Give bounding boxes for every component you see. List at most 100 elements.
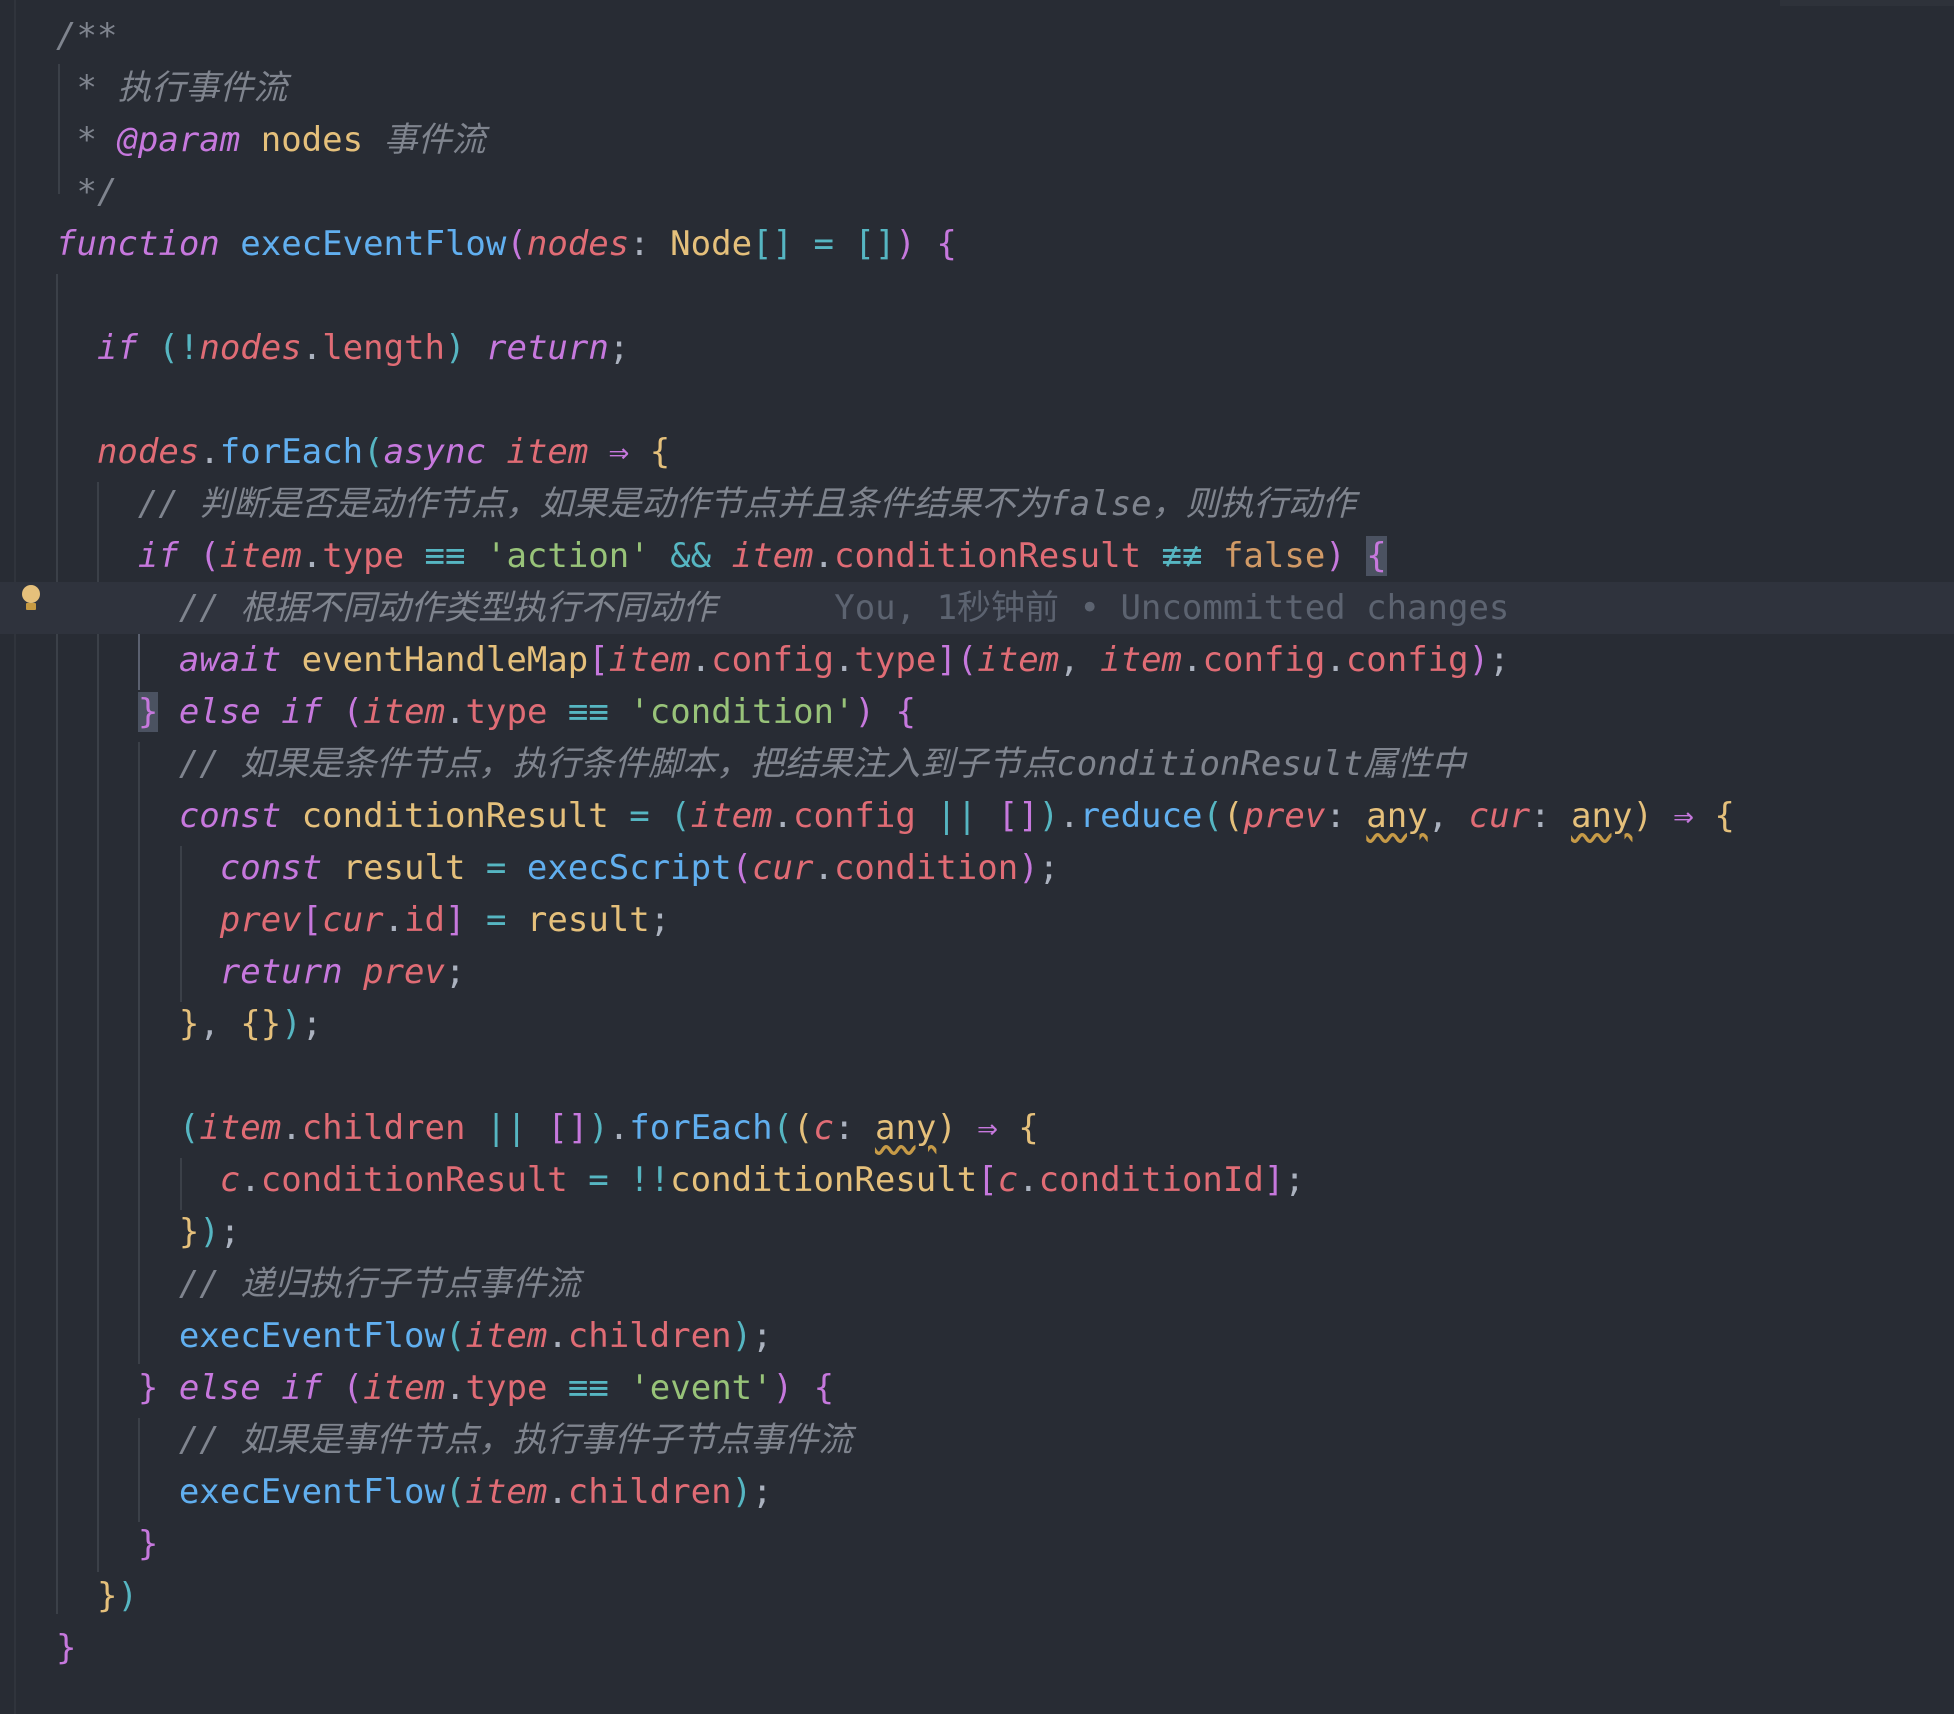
- code-token: (: [342, 692, 364, 732]
- code-token: ≡≡: [404, 536, 486, 576]
- code-token: []: [547, 1108, 589, 1148]
- code-line[interactable]: }: [0, 1518, 1954, 1570]
- code-line[interactable]: [0, 374, 1954, 426]
- code-token: ,: [1427, 796, 1469, 836]
- code-line[interactable]: [0, 1050, 1954, 1102]
- code-line[interactable]: // 递归执行子节点事件流: [0, 1258, 1954, 1310]
- code-line[interactable]: } else if (item.type ≡≡ 'condition') {: [0, 686, 1954, 738]
- code-line[interactable]: await eventHandleMap[item.config.type](i…: [0, 634, 1954, 686]
- code-line[interactable]: c.conditionResult = !!conditionResult[c.…: [0, 1154, 1954, 1206]
- code-line[interactable]: execEventFlow(item.children);: [0, 1466, 1954, 1518]
- code-line[interactable]: }): [0, 1570, 1954, 1622]
- code-line[interactable]: * @param nodes 事件流: [0, 114, 1954, 166]
- code-line[interactable]: // 判断是否是动作节点，如果是动作节点并且条件结果不为false，则执行动作: [0, 478, 1954, 530]
- code-text: // 如果是事件节点，执行事件子节点事件流: [56, 1414, 852, 1466]
- code-token: .: [1059, 796, 1080, 836]
- code-text: nodes.forEach(async item ⇒ {: [56, 426, 670, 478]
- code-line[interactable]: const result = execScript(cur.condition)…: [0, 842, 1954, 894]
- code-token: * 执行事件流: [56, 68, 288, 108]
- code-line[interactable]: if (!nodes.length) return;: [0, 322, 1954, 374]
- code-token: type: [854, 640, 937, 680]
- code-token: execEventFlow: [178, 1472, 445, 1512]
- code-token: ;: [301, 1004, 323, 1044]
- code-token: ;: [752, 1472, 773, 1512]
- code-token: ): [731, 1316, 753, 1356]
- code-text: });: [56, 1206, 240, 1258]
- code-token: .: [772, 796, 793, 836]
- code-token: return: [219, 952, 343, 992]
- code-token: ): [445, 328, 466, 368]
- code-line[interactable]: if (item.type ≡≡ 'action' && item.condit…: [0, 530, 1954, 582]
- code-token: item: [363, 1368, 446, 1408]
- code-editor[interactable]: /** * 执行事件流 * @param nodes 事件流 */ functio…: [0, 0, 1954, 1714]
- code-token: ): [936, 1108, 957, 1148]
- code-token: .: [281, 1108, 302, 1148]
- code-token: item: [1100, 640, 1183, 680]
- code-token: {: [1366, 536, 1387, 576]
- code-token: {}: [240, 1004, 282, 1044]
- lightbulb-icon[interactable]: [22, 585, 40, 603]
- code-token: Node: [670, 224, 753, 264]
- code-token: */: [56, 172, 118, 212]
- code-token: (: [1202, 796, 1223, 836]
- code-line[interactable]: * 执行事件流: [0, 62, 1954, 114]
- code-token: (: [956, 640, 978, 680]
- code-text: // 判断是否是动作节点，如果是动作节点并且条件结果不为false，则执行动作: [56, 478, 1356, 530]
- code-line[interactable]: // 根据不同动作类型执行不同动作 You, 1秒钟前 • Uncommitted…: [0, 582, 1954, 634]
- code-token: const: [178, 796, 282, 836]
- code-token: ): [854, 692, 875, 732]
- code-line[interactable]: prev[cur.id] = result;: [0, 894, 1954, 946]
- code-token: .: [813, 848, 834, 888]
- code-token: config: [793, 796, 916, 836]
- code-text: function execEventFlow(nodes: Node[] = […: [56, 218, 957, 270]
- code-line[interactable]: nodes.forEach(async item ⇒ {: [0, 426, 1954, 478]
- code-token: .: [1325, 640, 1346, 680]
- code-token: (: [731, 848, 753, 888]
- code-token: eventHandleMap: [301, 640, 589, 680]
- code-line[interactable]: return prev;: [0, 946, 1954, 998]
- code-line[interactable]: });: [0, 1206, 1954, 1258]
- code-line[interactable]: // 如果是事件节点，执行事件子节点事件流: [0, 1414, 1954, 1466]
- code-token: (: [670, 796, 691, 836]
- code-line[interactable]: execEventFlow(item.children);: [0, 1310, 1954, 1362]
- code-token: :: [834, 1108, 875, 1148]
- code-token: {: [936, 224, 957, 264]
- code-token: ;: [1489, 640, 1510, 680]
- code-token: item: [465, 1472, 548, 1512]
- code-token: prev: [363, 952, 445, 992]
- code-token: if: [137, 536, 179, 576]
- code-line[interactable]: }, {});: [0, 998, 1954, 1050]
- code-token: =: [793, 224, 855, 264]
- code-token: id: [404, 900, 445, 940]
- code-token: cur: [1468, 796, 1531, 836]
- code-line[interactable]: // 如果是条件节点，执行条件脚本，把结果注入到子节点conditionResu…: [0, 738, 1954, 790]
- code-line[interactable]: [0, 270, 1954, 322]
- code-token: }: [178, 1004, 200, 1044]
- code-line[interactable]: function execEventFlow(nodes: Node[] = […: [0, 218, 1954, 270]
- code-token: }: [137, 1368, 159, 1408]
- code-token: return: [486, 328, 609, 368]
- code-line[interactable]: }: [0, 1622, 1954, 1674]
- code-token: item: [731, 536, 814, 576]
- code-token: .: [199, 432, 220, 472]
- code-token: config: [1345, 640, 1469, 680]
- code-token: length: [322, 328, 446, 368]
- code-text: * @param nodes 事件流: [56, 114, 485, 166]
- code-token: item: [608, 640, 691, 680]
- code-line[interactable]: */: [0, 166, 1954, 218]
- code-line[interactable]: } else if (item.type ≡≡ 'event') {: [0, 1362, 1954, 1414]
- code-token: []: [854, 224, 896, 264]
- code-line[interactable]: const conditionResult = (item.config || …: [0, 790, 1954, 842]
- code-line[interactable]: /**: [0, 10, 1954, 62]
- code-text: * 执行事件流: [56, 62, 287, 114]
- code-token: item: [465, 1316, 548, 1356]
- code-line[interactable]: (item.children || []).forEach((c: any) ⇒…: [0, 1102, 1954, 1154]
- code-token: conditionId: [1038, 1160, 1264, 1200]
- code-token: !: [178, 328, 200, 368]
